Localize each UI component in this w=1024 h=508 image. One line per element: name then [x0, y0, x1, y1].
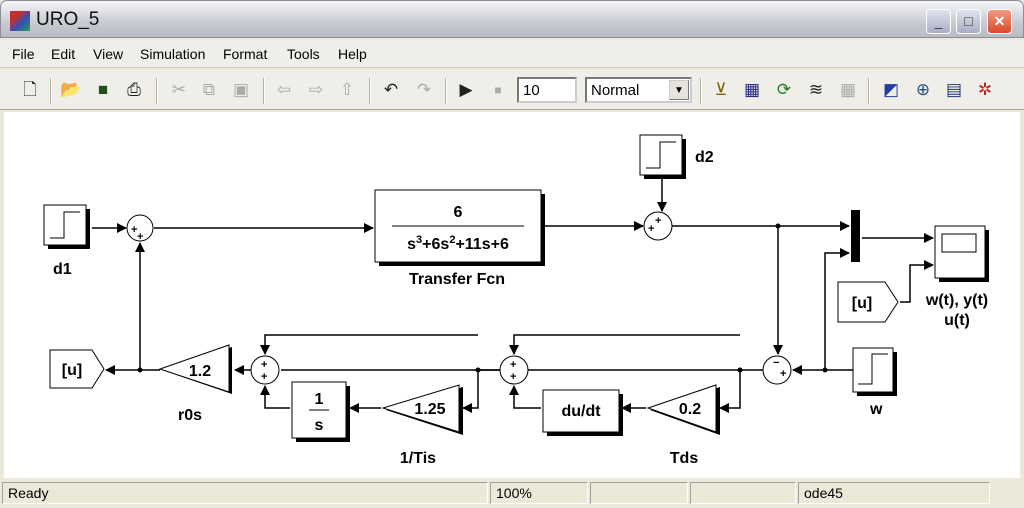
menu-edit[interactable]: Edit — [51, 46, 75, 62]
gain-1-tis-value: 1.25 — [414, 401, 445, 418]
properties-icon[interactable]: ▤ — [943, 79, 965, 101]
debugger-icon[interactable]: ✲ — [974, 79, 996, 101]
menu-bar: File Edit View Simulation Format Tools H… — [0, 40, 1024, 68]
d2-label: d2 — [695, 149, 714, 166]
status-text: Ready — [2, 482, 488, 504]
copy-icon[interactable]: ⧉ — [198, 79, 220, 101]
maximize-button[interactable]: □ — [956, 9, 981, 34]
step-d2[interactable] — [639, 134, 686, 179]
model-canvas[interactable]: d1 d2 w + + + + − + + + + + 6 s3+6s2+11s… — [4, 112, 1020, 478]
forward-icon[interactable]: ⇨ — [305, 79, 327, 101]
scope-label-1: w(t), y(t) — [925, 292, 988, 309]
w-label: w — [869, 401, 883, 418]
tf-numerator: 6 — [454, 204, 463, 221]
paste-icon[interactable]: ▣ — [230, 79, 252, 101]
refresh-icon[interactable]: ⟳ — [773, 79, 795, 101]
tf-denominator: s3+6s2+11s+6 — [407, 234, 509, 253]
chevron-down-icon[interactable]: ▼ — [669, 80, 689, 100]
up-icon[interactable]: ⇧ — [336, 79, 358, 101]
debug-icon[interactable]: ▦ — [837, 79, 859, 101]
sum4-sign: + — [261, 359, 267, 371]
explorer-icon[interactable]: ⊕ — [912, 79, 934, 101]
derivative-label: du/dt — [561, 403, 601, 420]
gain-r0s-label: r0s — [178, 407, 202, 424]
scope-block[interactable] — [934, 225, 989, 282]
toolbar: 🗋 📂 ■ ⎙ ✂ ⧉ ▣ ⇦ ⇨ ⇧ ↶ ↷ ▶ ■ ⊻ ▦ ⟳ ≋ ▦ ◩ … — [0, 70, 1024, 110]
step-d1[interactable] — [43, 204, 90, 249]
gain-r0s-value: 1.2 — [189, 363, 211, 380]
status-cell — [590, 482, 688, 504]
status-bar: Ready 100% ode45 — [0, 480, 1024, 508]
status-cell — [690, 482, 796, 504]
step-w[interactable] — [852, 347, 897, 396]
build-icon[interactable]: ⊻ — [710, 79, 732, 101]
print-icon[interactable]: ⎙ — [123, 79, 145, 101]
cut-icon[interactable]: ✂ — [168, 79, 190, 101]
integrator-num: 1 — [315, 391, 324, 408]
gain-tds-label: Tds — [670, 450, 699, 467]
back-icon[interactable]: ⇦ — [273, 79, 295, 101]
stop-icon[interactable]: ■ — [487, 79, 509, 101]
scope-label-2: u(t) — [944, 312, 970, 329]
open-icon[interactable]: 📂 — [60, 79, 82, 101]
save-icon[interactable]: ■ — [92, 79, 114, 101]
title-bar: URO_5 _ □ ✕ — [0, 0, 1024, 38]
from-tag: [u] — [852, 295, 872, 312]
minimize-button[interactable]: _ — [926, 9, 951, 34]
sum1-sign: + — [137, 231, 143, 243]
menu-format[interactable]: Format — [223, 46, 267, 62]
play-icon[interactable]: ▶ — [455, 79, 477, 101]
stop-time-input[interactable]: 10 — [517, 77, 577, 103]
sum5-sign: + — [510, 359, 516, 371]
gain-tds-value: 0.2 — [679, 401, 701, 418]
tf-label: Transfer Fcn — [409, 271, 505, 288]
menu-tools[interactable]: Tools — [287, 46, 320, 62]
gain-1-tis-label: 1/Tis — [400, 450, 436, 467]
model-browser-icon[interactable]: ◩ — [880, 79, 902, 101]
sum2-sign: + — [655, 215, 661, 227]
integrator-den: s — [315, 417, 324, 434]
undo-icon[interactable]: ↶ — [380, 79, 402, 101]
simulink-icon — [10, 11, 30, 31]
goto-tag: [u] — [62, 362, 82, 379]
sum3-sign: − — [773, 357, 779, 369]
window-title: URO_5 — [36, 9, 100, 30]
redo-icon[interactable]: ↷ — [413, 79, 435, 101]
new-icon[interactable]: 🗋 — [19, 79, 41, 101]
menu-simulation[interactable]: Simulation — [140, 46, 205, 62]
sum4-sign: + — [261, 371, 267, 383]
menu-view[interactable]: View — [93, 46, 123, 62]
d1-label: d1 — [53, 261, 72, 278]
sum5-sign: + — [510, 371, 516, 383]
menu-help[interactable]: Help — [338, 46, 367, 62]
close-button[interactable]: ✕ — [987, 9, 1012, 34]
solver-name: ode45 — [798, 482, 990, 504]
simulation-mode-value: Normal — [591, 82, 640, 99]
simulation-mode-select[interactable]: Normal ▼ — [585, 77, 692, 103]
mux-block[interactable] — [851, 210, 860, 262]
library-icon[interactable]: ▦ — [741, 79, 763, 101]
transfer-fcn-block[interactable] — [374, 189, 545, 266]
sum3-sign: + — [780, 368, 786, 380]
sum2-sign: + — [648, 223, 654, 235]
menu-file[interactable]: File — [12, 46, 35, 62]
update-diagram-icon[interactable]: ≋ — [805, 79, 827, 101]
zoom-level: 100% — [490, 482, 588, 504]
